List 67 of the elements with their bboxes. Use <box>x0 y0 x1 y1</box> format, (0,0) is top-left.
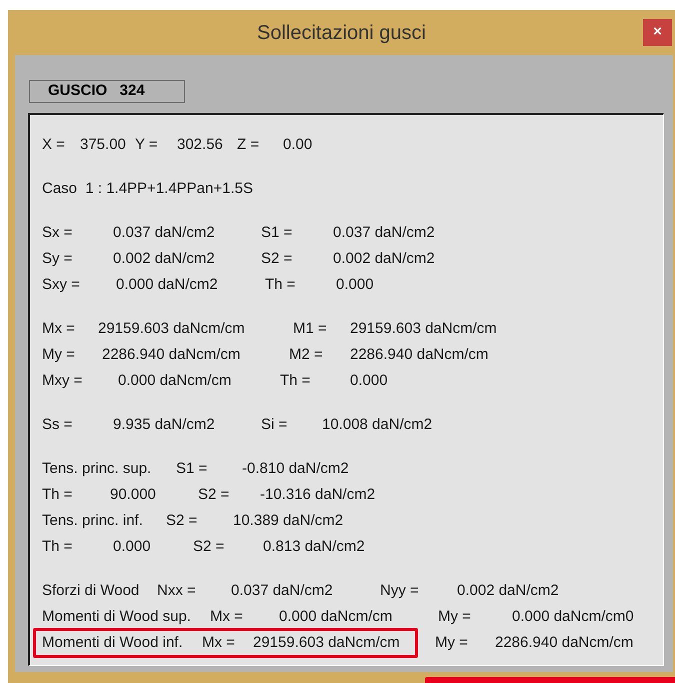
value-text: Z = <box>237 134 260 155</box>
value-text: My = <box>438 606 472 627</box>
value-text: 10.389 daN/cm2 <box>233 510 344 531</box>
value-text: Th = <box>42 536 74 557</box>
close-button[interactable]: × <box>643 19 672 46</box>
value-text: Tens. princ. sup. <box>42 458 152 479</box>
value-text: 0.002 daN/cm2 <box>457 580 560 601</box>
value-text: My = <box>435 632 469 653</box>
value-text: Sxy = <box>42 274 81 295</box>
value-text: S1 = <box>176 458 208 479</box>
value-text: Y = <box>135 134 159 155</box>
value-text: 0.037 daN/cm2 <box>231 580 334 601</box>
value-text: 0.002 daN/cm2 <box>333 248 436 269</box>
value-text: 302.56 <box>177 134 224 155</box>
value-text: Nyy = <box>380 580 420 601</box>
value-text: 0.037 daN/cm2 <box>333 222 436 243</box>
value-text: 0.00 <box>283 134 314 155</box>
value-text: M1 = <box>293 318 328 339</box>
value-text: X = <box>42 134 66 155</box>
value-text: Ss = <box>42 414 74 435</box>
value-text: Th = <box>265 274 296 295</box>
value-text: Th = <box>42 484 74 505</box>
value-text: 29159.603 daNcm/cm <box>98 318 246 339</box>
value-text: 2286.940 daNcm/cm <box>350 344 490 365</box>
value-text: 0.000 <box>350 370 389 391</box>
value-text: My = <box>42 344 76 365</box>
value-text: 2286.940 daNcm/cm <box>102 344 242 365</box>
value-text: M2 = <box>289 344 324 365</box>
value-text: 9.935 daN/cm2 <box>113 414 216 435</box>
value-text: S2 = <box>193 536 226 557</box>
shell-label: GUSCIO 324 <box>29 80 185 103</box>
value-text: Sy = <box>42 248 74 269</box>
value-text: 0.000 daNcm/cm <box>118 370 232 391</box>
value-text: Tens. princ. inf. <box>42 510 144 531</box>
value-text: Momenti di Wood inf. <box>42 632 184 653</box>
value-text: Mx = <box>202 632 236 653</box>
value-text: 2286.940 daNcm/cm <box>495 632 634 653</box>
value-text: 90.000 <box>110 484 157 505</box>
value-text: 0.000 <box>113 536 152 557</box>
value-text: 0.000 daNcm/cm0 <box>512 606 635 627</box>
value-text: Momenti di Wood sup. <box>42 606 192 627</box>
value-text: S1 = <box>261 222 294 243</box>
value-text: S2 = <box>198 484 230 505</box>
value-text: 0.000 daNcm/cm <box>279 606 394 627</box>
value-text: 10.008 daN/cm2 <box>322 414 434 435</box>
window-title: Sollecitazioni gusci <box>257 20 426 46</box>
value-text: 0.813 daN/cm2 <box>263 536 366 557</box>
value-text: 29159.603 daNcm/cm <box>350 318 498 339</box>
value-text: Mx = <box>42 318 76 339</box>
value-text: Nxx = <box>157 580 197 601</box>
value-text: Th = <box>280 370 312 391</box>
value-text: -0.810 daN/cm2 <box>242 458 350 479</box>
value-text: 0.037 daN/cm2 <box>113 222 216 243</box>
value-text: 0.002 daN/cm2 <box>113 248 216 269</box>
value-text: Sx = <box>42 222 74 243</box>
value-text: Mxy = <box>42 370 84 391</box>
value-text: -10.316 daN/cm2 <box>260 484 376 505</box>
value-text: 0.000 daN/cm2 <box>116 274 219 295</box>
value-text: 375.00 <box>80 134 127 155</box>
value-text: Mx = <box>210 606 244 627</box>
value-text: Sforzi di Wood <box>42 580 140 601</box>
value-text: Si = <box>261 414 288 435</box>
value-text: 0.000 <box>336 274 375 295</box>
value-text: S2 = <box>261 248 294 269</box>
value-text: Caso 1 : 1.4PP+1.4PPan+1.5S <box>42 178 254 199</box>
value-text: S2 = <box>166 510 198 531</box>
value-text: 29159.603 daNcm/cm <box>253 632 400 653</box>
